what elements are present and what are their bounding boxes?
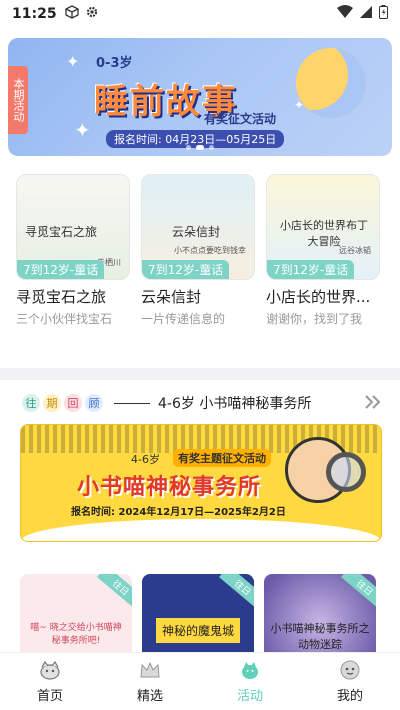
star-icon: ✦ (66, 52, 80, 71)
gear-icon (85, 5, 99, 23)
book-title: 寻觅宝石之旅 (16, 288, 107, 306)
signal-icon (359, 5, 373, 23)
content-scroll[interactable]: 本期活动 ✦ ✦ ✦ 0-3岁 睡前故事 有奖征文活动 报名时间: 04月23日… (0, 28, 400, 652)
nav-activity[interactable]: 活动 (200, 653, 300, 710)
past-work-card[interactable]: 神秘的魔鬼城 往日 (142, 574, 254, 652)
detective-character (285, 437, 366, 503)
section-chip: 期 (43, 394, 61, 412)
nav-label: 首页 (36, 689, 63, 704)
book-title: 小店长的世界... (266, 288, 371, 306)
home-icon (39, 659, 61, 681)
cover-author: 远谷冰韬 (339, 246, 371, 255)
nav-label: 我的 (336, 689, 363, 704)
past-work-card[interactable]: 喵~ 晓之交给小书喵神秘事务所吧! 往日 (20, 574, 132, 652)
age-genre-tag: 7到12岁-童话 (142, 260, 230, 279)
book-card[interactable]: 小店长的世界布丁大冒险 远谷冰韬 7到12岁-童话 小店长的世界... 谢谢你，… (266, 174, 380, 327)
star-icon: ✦ (74, 118, 91, 142)
poster-age: 4-6岁 (131, 453, 160, 466)
hero-age: 0-3岁 (96, 56, 133, 71)
section-header[interactable]: 往 期 回 顾 4-6岁 小书喵神秘事务所 (22, 390, 382, 416)
hero-subtitle: 有奖征文活动 (204, 112, 277, 126)
poster-date: 报名时间: 2024年12月17日—2025年2月2日 (71, 507, 286, 518)
hero-banner[interactable]: 本期活动 ✦ ✦ ✦ 0-3岁 睡前故事 有奖征文活动 报名时间: 04月23日… (8, 38, 392, 156)
status-time: 11:25 (12, 6, 57, 22)
status-bar: 11:25 (0, 0, 400, 28)
book-list: 寻觅宝石之旅 于栖川 7到12岁-童话 寻觅宝石之旅 三个小伙伴找宝石 云朵信封… (16, 174, 380, 327)
nav-featured[interactable]: 精选 (100, 653, 200, 710)
cube-icon (64, 5, 79, 23)
event-poster[interactable]: 4-6岁 有奖主题征文活动 小书喵神秘事务所 报名时间: 2024年12月17日… (20, 424, 382, 542)
nav-label: 精选 (136, 689, 163, 704)
bottom-nav: 首页 精选 活动 我的 (0, 652, 400, 710)
past-work-title: 神秘的魔鬼城 (156, 618, 240, 643)
profile-icon (339, 659, 361, 681)
past-works-list: 喵~ 晓之交给小书喵神秘事务所吧! 往日 神秘的魔鬼城 往日 小书喵神秘事务所之… (20, 574, 376, 652)
nav-home[interactable]: 首页 (0, 653, 100, 710)
divider-line (114, 402, 150, 404)
section-divider (0, 368, 400, 380)
cover-author: 小不点点要吃到钱幸 (174, 246, 246, 255)
book-description: 三个小伙伴找宝石 (16, 312, 113, 326)
past-work-card[interactable]: 小书喵神秘事务所之动物迷踪 往日 (264, 574, 376, 652)
past-events-section: 往 期 回 顾 4-6岁 小书喵神秘事务所 4-6岁 有奖主题征文活动 小书喵神… (8, 380, 392, 652)
poster-tag: 有奖主题征文活动 (173, 449, 271, 467)
book-cover: 小店长的世界布丁大冒险 远谷冰韬 7到12岁-童话 (266, 174, 380, 280)
current-activity-tag: 本期活动 (8, 66, 28, 134)
nav-profile[interactable]: 我的 (300, 653, 400, 710)
book-cover: 云朵信封 小不点点要吃到钱幸 7到12岁-童话 (141, 174, 255, 280)
book-cover: 寻觅宝石之旅 于栖川 7到12岁-童话 (16, 174, 130, 280)
battery-icon (379, 5, 388, 23)
book-card[interactable]: 寻觅宝石之旅 于栖川 7到12岁-童话 寻觅宝石之旅 三个小伙伴找宝石 (16, 174, 130, 327)
section-chip: 顾 (85, 394, 103, 412)
book-title: 云朵信封 (141, 288, 202, 306)
age-genre-tag: 7到12岁-童话 (17, 260, 105, 279)
chevron-right-icon[interactable] (364, 394, 382, 413)
section-chip: 回 (64, 394, 82, 412)
moon-icon (296, 48, 366, 118)
cover-title: 云朵信封 (172, 225, 221, 239)
past-work-title: 喵~ 晓之交给小书喵神秘事务所吧! (30, 623, 122, 646)
past-ribbon: 往日 (219, 574, 254, 610)
wifi-icon (337, 5, 353, 23)
section-title: 4-6岁 小书喵神秘事务所 (158, 396, 312, 412)
age-genre-tag: 7到12岁-童话 (267, 260, 355, 279)
activity-icon (239, 659, 261, 681)
book-description: 一片传递信息的 (141, 312, 226, 326)
crown-icon (139, 659, 161, 681)
book-description: 谢谢你，找到了我 (266, 312, 363, 326)
cover-title: 寻觅宝石之旅 (25, 225, 98, 239)
poster-title: 小书喵神秘事务所 (77, 475, 262, 500)
nav-label: 活动 (236, 689, 263, 704)
past-ribbon: 往日 (341, 574, 376, 610)
book-card[interactable]: 云朵信封 小不点点要吃到钱幸 7到12岁-童话 云朵信封 一片传递信息的 (141, 174, 255, 327)
past-ribbon: 往日 (97, 574, 132, 610)
carousel-dots (186, 145, 214, 150)
section-chip: 往 (22, 394, 40, 412)
past-work-title: 小书喵神秘事务所之动物迷踪 (270, 622, 370, 651)
